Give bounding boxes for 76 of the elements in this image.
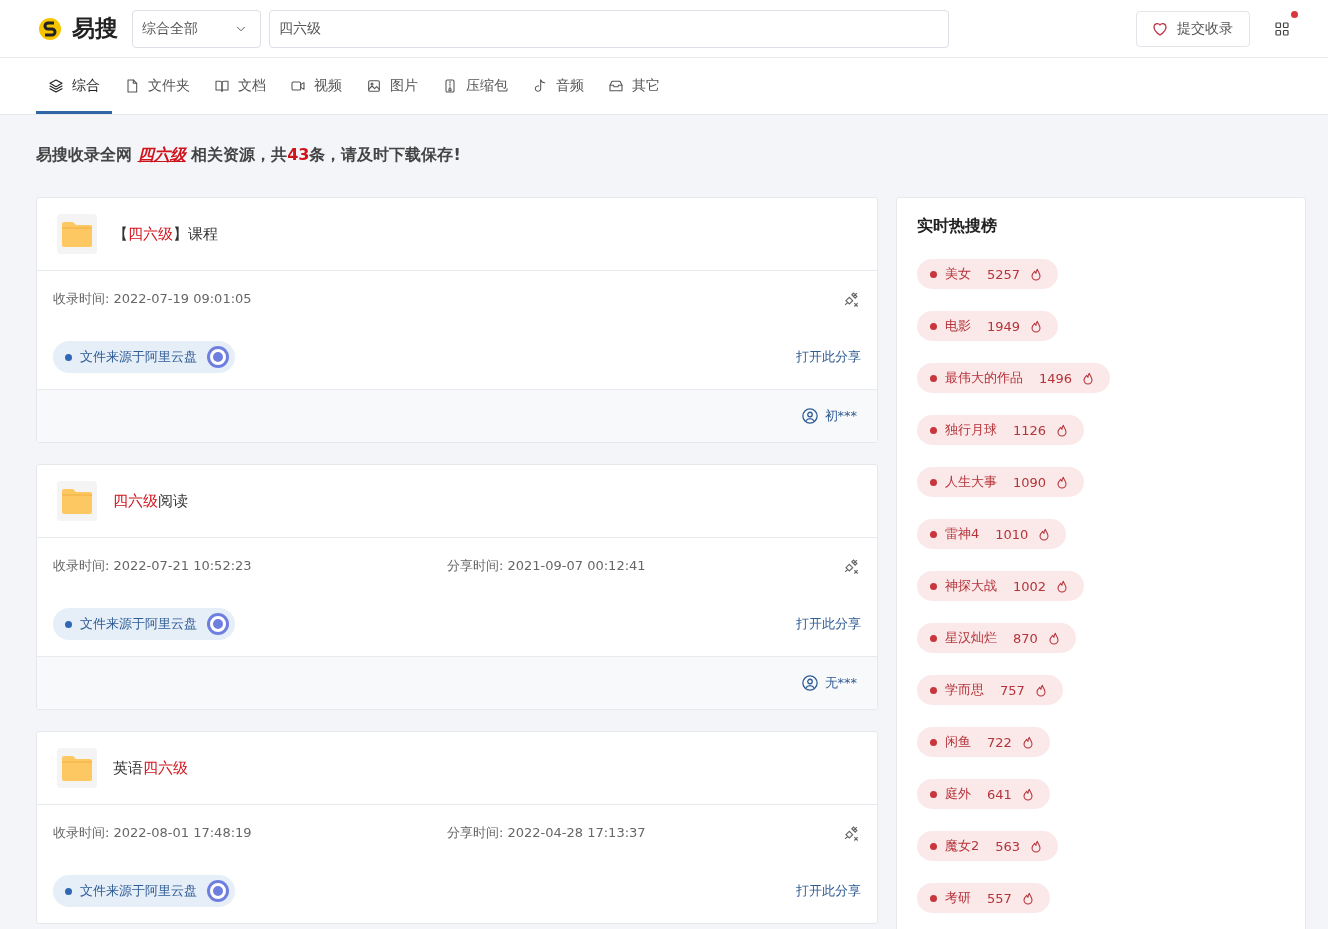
hot-search-item[interactable]: 电影 1949 [917,311,1059,341]
bullet-dot [930,478,937,486]
hot-search-item[interactable]: 闲鱼 722 [917,727,1050,757]
hot-search-item[interactable]: 独行月球 1126 [917,415,1085,445]
folder-icon [57,214,97,254]
bullet-dot [930,426,937,434]
result-title[interactable]: 英语四六级 [113,758,188,778]
category-tab[interactable]: 压缩包 [430,58,520,114]
bullet-dot [930,374,937,382]
folder-icon [57,748,97,788]
hot-search-item[interactable]: 最伟大的作品 1496 [917,363,1111,393]
user-icon [800,407,819,425]
sharer-name: 无*** [824,674,857,692]
bullet-dot [930,842,937,850]
hot-search-item[interactable]: 庭外 641 [917,779,1050,809]
hot-search-item[interactable]: 学而思 757 [917,675,1063,705]
hot-search-item[interactable]: 人生大事 1090 [917,467,1085,497]
bullet-dot [65,887,72,895]
category-tab[interactable]: 综合 [36,58,112,114]
source-tag: 文件来源于阿里云盘 [53,875,235,907]
category-select[interactable]: 综合全部 [132,9,261,48]
search-field[interactable]: 四六级 [269,9,949,48]
result-summary: 易搜收录全网 四六级 相关资源，共43条，请及时下载保存! [36,145,462,166]
bullet-dot [930,270,937,278]
grid-icon [1273,19,1291,38]
book-icon [214,78,230,94]
user-icon [800,674,819,692]
category-tab[interactable]: 音频 [520,58,596,114]
shared-time: 分享时间: 2022-04-28 17:13:37 [447,824,646,842]
bullet-dot [930,322,937,330]
bullet-dot [65,353,72,361]
sharer-name: 初*** [824,407,857,425]
cloud-drive-logo-icon [205,878,231,904]
cloud-drive-logo-icon [205,344,231,370]
bullet-dot [930,634,937,642]
result-title[interactable]: 【四六级】课程 [113,224,218,244]
panel-title: 实时热搜榜 [917,216,998,237]
hot-search-item[interactable]: 魔女2 563 [917,831,1059,861]
hot-search-item[interactable]: 雷神4 1010 [917,519,1067,549]
file-icon [124,78,140,94]
shared-time: 分享时间: 2021-09-07 00:12:41 [447,557,646,575]
music-note-icon [532,78,548,94]
collected-time: 收录时间: 2022-07-19 09:01:05 [53,290,253,308]
bullet-dot [930,738,937,746]
collected-time: 收录时间: 2022-07-21 10:52:23 [53,557,253,575]
bullet-dot [65,620,72,628]
bullet-dot [930,582,937,590]
tray-icon [608,78,624,94]
category-tab[interactable]: 文件夹 [112,58,202,114]
image-icon [366,78,382,94]
bullet-dot [930,686,937,694]
hot-search-item[interactable]: 美女 5257 [917,259,1059,289]
brand-name: 易搜 [72,14,118,43]
bullet-dot [930,790,937,798]
bullet-dot [930,530,937,538]
hot-search-item[interactable]: 星汉灿烂 870 [917,623,1076,653]
category-tab[interactable]: 其它 [596,58,672,114]
open-share-link[interactable]: 打开此分享 [796,615,861,633]
category-tab[interactable]: 图片 [354,58,430,114]
submit-button[interactable]: 提交收录 [1136,10,1250,47]
source-tag: 文件来源于阿里云盘 [53,341,235,373]
hot-search-item[interactable]: 考研 557 [917,883,1050,913]
source-tag: 文件来源于阿里云盘 [53,608,235,640]
video-camera-icon [290,78,306,94]
cloud-drive-logo-icon [205,611,231,637]
bullet-dot [930,894,937,902]
folder-icon [57,481,97,521]
zip-file-icon [442,78,458,94]
category-tab[interactable]: 视频 [278,58,354,114]
category-tab[interactable]: 文档 [202,58,278,114]
layers-icon [48,78,64,94]
result-title[interactable]: 四六级阅读 [113,491,188,511]
open-share-link[interactable]: 打开此分享 [796,882,861,900]
open-share-link[interactable]: 打开此分享 [796,348,861,366]
hot-search-item[interactable]: 神探大战 1002 [917,571,1085,601]
collected-time: 收录时间: 2022-08-01 17:48:19 [53,824,253,842]
